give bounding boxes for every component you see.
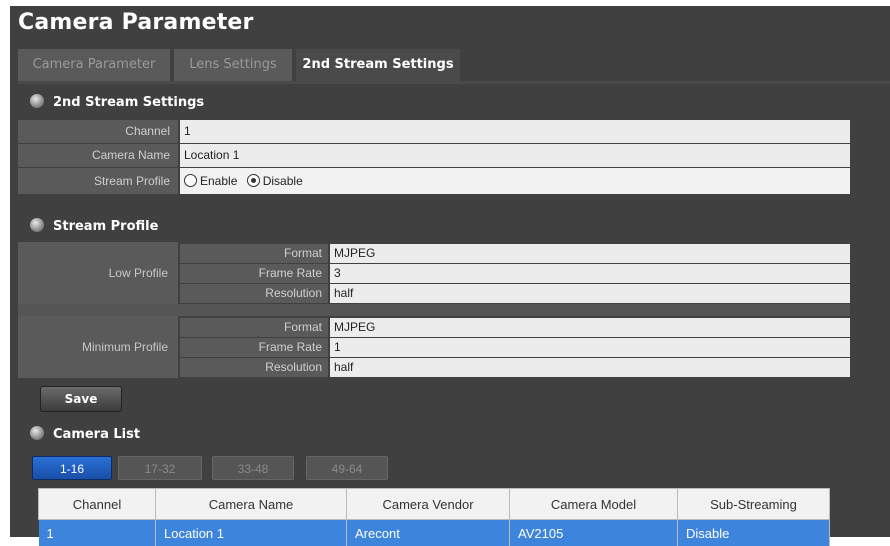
min-format-value: MJPEG [330, 318, 850, 337]
tab-2nd-stream-settings[interactable]: 2nd Stream Settings [296, 49, 460, 81]
tab-camera-parameter[interactable]: Camera Parameter [18, 49, 170, 81]
section-camera-list-heading: Camera List [30, 422, 140, 448]
stream-profile-row: Stream Profile Enable Disable [18, 168, 850, 194]
cell-channel: 1 [39, 520, 156, 546]
profile-separator [18, 304, 850, 316]
column-header-camera-name[interactable]: Camera Name [156, 489, 347, 520]
disable-radio[interactable] [247, 174, 260, 187]
min-frame-rate-value: 1 [330, 338, 850, 357]
low-resolution-value: half [330, 284, 850, 303]
page-button-1-16[interactable]: 1-16 [32, 456, 112, 480]
low-format-value: MJPEG [330, 244, 850, 263]
section-bullet-icon [30, 218, 44, 232]
enable-label: Enable [200, 174, 237, 188]
camera-name-row: Camera Name Location 1 [18, 144, 850, 168]
page-title: Camera Parameter [18, 10, 254, 35]
minimum-profile-label: Minimum Profile [18, 316, 178, 378]
min-resolution-value: half [330, 358, 850, 377]
channel-label: Channel [18, 120, 178, 143]
disable-radio-option[interactable]: Disable [247, 174, 303, 188]
section-bullet-icon [30, 426, 44, 440]
min-format-label: Format [180, 318, 328, 337]
page-button-49-64[interactable]: 49-64 [306, 456, 388, 480]
cell-sub-streaming: Disable [678, 520, 830, 546]
stream-profile-options: Enable Disable [180, 168, 850, 194]
min-frame-rate-label: Frame Rate [180, 338, 328, 357]
low-format-label: Format [180, 244, 328, 263]
cell-camera-vendor: Arecont [347, 520, 510, 546]
camera-list-table: Channel Camera Name Camera Vendor Camera… [38, 488, 830, 546]
enable-radio[interactable] [184, 174, 197, 187]
section-2nd-stream-heading: 2nd Stream Settings [30, 90, 204, 116]
minimum-profile-block: Minimum Profile Format MJPEG Frame Rate … [18, 316, 850, 378]
min-resolution-label: Resolution [180, 358, 328, 377]
low-frame-rate-label: Frame Rate [180, 264, 328, 283]
cell-camera-name: Location 1 [156, 520, 347, 546]
cell-camera-model: AV2105 [510, 520, 678, 546]
section-stream-profile-heading: Stream Profile [30, 214, 158, 240]
low-frame-rate-value: 3 [330, 264, 850, 283]
tab-underline [18, 81, 890, 84]
enable-radio-option[interactable]: Enable [184, 174, 237, 188]
save-button[interactable]: Save [40, 386, 122, 412]
disable-label: Disable [263, 174, 303, 188]
column-header-channel[interactable]: Channel [39, 489, 156, 520]
channel-value: 1 [180, 120, 850, 143]
low-resolution-label: Resolution [180, 284, 328, 303]
table-header-row: Channel Camera Name Camera Vendor Camera… [39, 489, 830, 520]
section-stream-profile-title: Stream Profile [53, 219, 158, 234]
section-bullet-icon [30, 94, 44, 108]
page-button-17-32[interactable]: 17-32 [118, 456, 202, 480]
column-header-sub-streaming[interactable]: Sub-Streaming [678, 489, 830, 520]
table-row[interactable]: 1 Location 1 Arecont AV2105 Disable [39, 520, 830, 546]
camera-name-value: Location 1 [180, 144, 850, 167]
column-header-camera-vendor[interactable]: Camera Vendor [347, 489, 510, 520]
channel-row: Channel 1 [18, 120, 850, 144]
low-profile-label: Low Profile [18, 242, 178, 304]
column-header-camera-model[interactable]: Camera Model [510, 489, 678, 520]
section-camera-list-title: Camera List [53, 427, 140, 442]
stream-profile-label: Stream Profile [18, 168, 178, 194]
page-button-33-48[interactable]: 33-48 [212, 456, 294, 480]
section-2nd-stream-title: 2nd Stream Settings [53, 95, 204, 110]
camera-parameter-panel: Camera Parameter Camera Parameter Lens S… [10, 6, 890, 537]
tab-lens-settings[interactable]: Lens Settings [174, 49, 292, 81]
low-profile-block: Low Profile Format MJPEG Frame Rate 3 Re… [18, 242, 850, 304]
camera-name-label: Camera Name [18, 144, 178, 167]
